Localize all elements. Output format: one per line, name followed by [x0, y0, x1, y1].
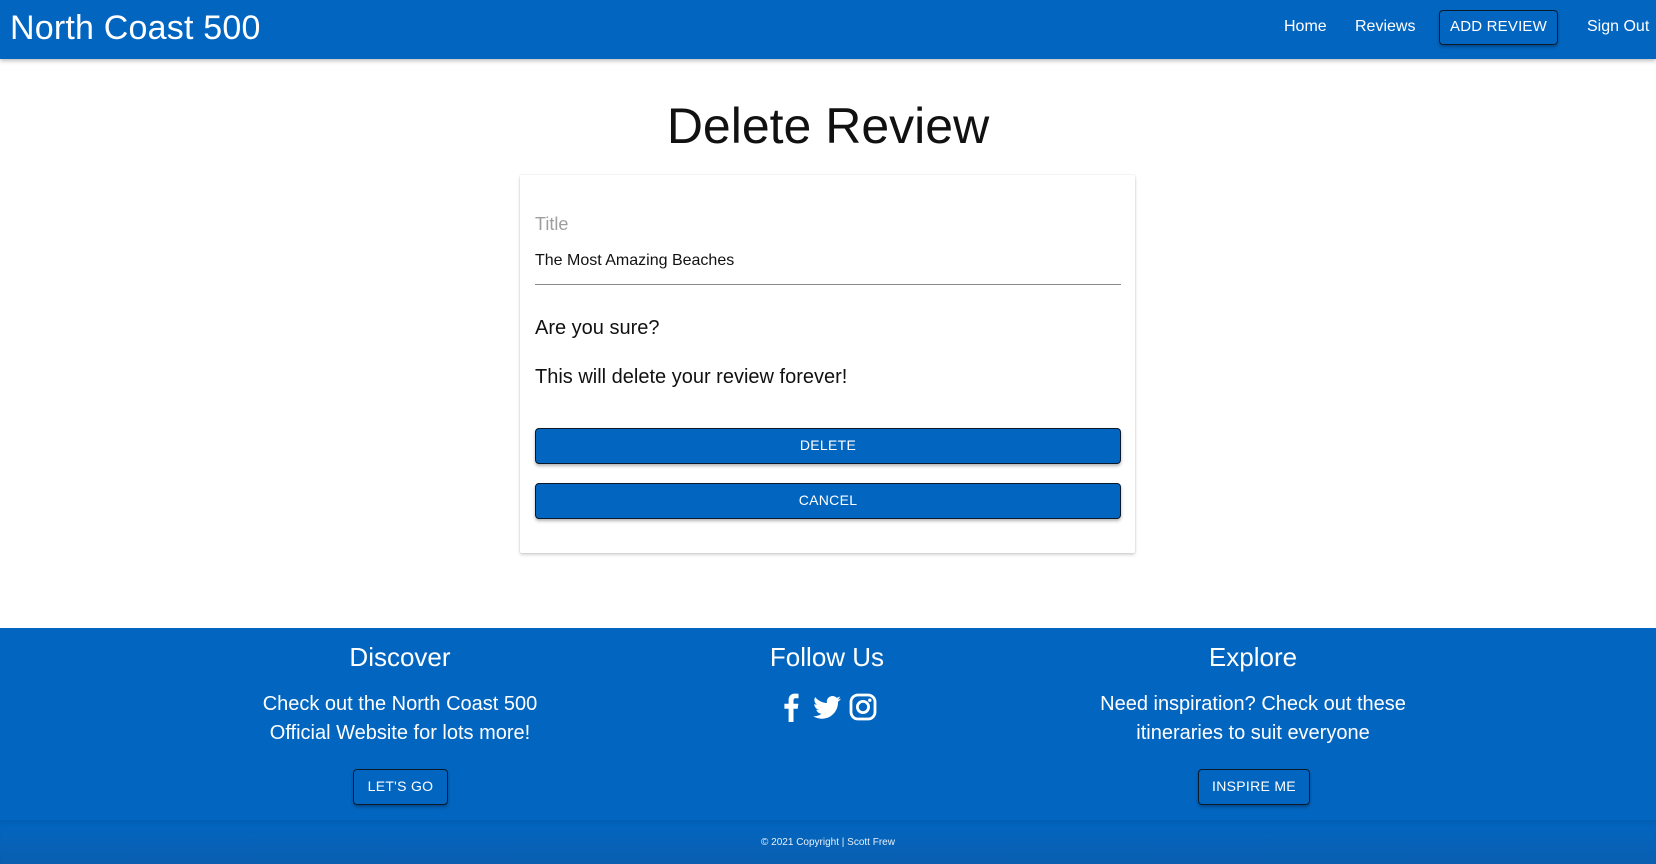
- copyright-text: © 2021 Copyright | Scott Frew: [761, 837, 895, 848]
- footer-discover-text: Check out the North Coast 500 Official W…: [262, 693, 538, 744]
- confirm-question: Are you sure?: [535, 317, 660, 339]
- footer-explore-heading: Explore: [1208, 642, 1298, 672]
- lets-go-button[interactable]: LET'S GO: [353, 769, 448, 805]
- footer-follow-heading: Follow Us: [769, 642, 885, 672]
- nav-sign-out-link[interactable]: Sign Out: [1587, 17, 1649, 37]
- delete-review-card: Title The Most Amazing Beaches Are you s…: [520, 175, 1135, 553]
- delete-button[interactable]: DELETE: [535, 428, 1121, 464]
- twitter-icon[interactable]: [812, 692, 842, 722]
- page-title: Delete Review: [666, 98, 990, 154]
- navbar: North Coast 500 Home Reviews ADD REVIEW …: [0, 0, 1656, 59]
- inspire-me-button[interactable]: INSPIRE ME: [1198, 769, 1310, 805]
- social-links: [627, 692, 1027, 726]
- nav-home-link[interactable]: Home: [1284, 17, 1327, 37]
- brand-logo[interactable]: North Coast 500: [10, 8, 261, 48]
- instagram-icon[interactable]: [848, 692, 878, 722]
- title-field[interactable]: The Most Amazing Beaches: [535, 251, 1121, 285]
- confirm-warning: This will delete your review forever!: [535, 366, 848, 388]
- footer-explore-text: Need inspiration? Check out these itiner…: [1100, 693, 1406, 744]
- copyright-bar: © 2021 Copyright | Scott Frew: [0, 820, 1656, 864]
- footer: Discover Check out the North Coast 500 O…: [0, 628, 1656, 864]
- cancel-button[interactable]: CANCEL: [535, 483, 1121, 519]
- nav-reviews-link[interactable]: Reviews: [1355, 17, 1415, 37]
- footer-discover-heading: Discover: [349, 642, 451, 672]
- facebook-icon[interactable]: [776, 692, 806, 722]
- add-review-button[interactable]: ADD REVIEW: [1439, 10, 1558, 45]
- title-field-label: Title: [535, 214, 569, 234]
